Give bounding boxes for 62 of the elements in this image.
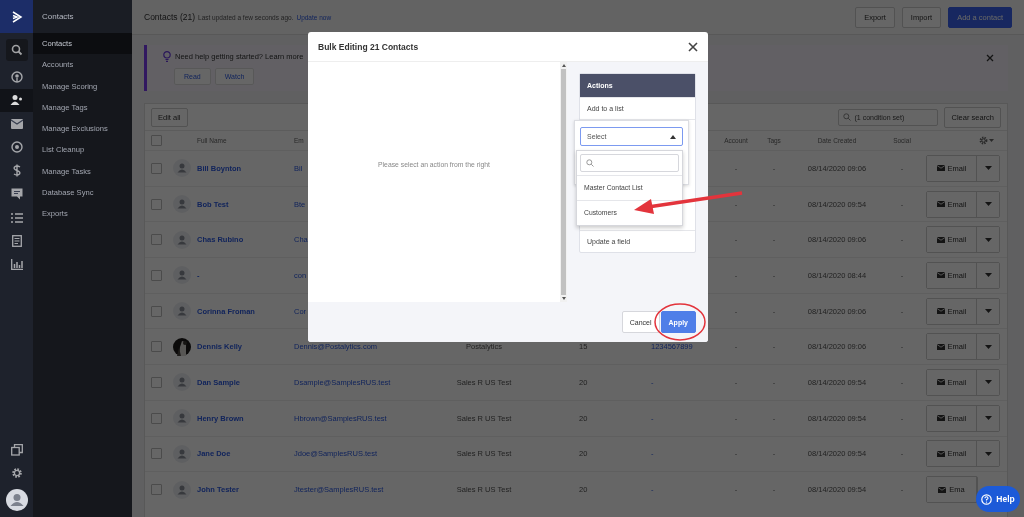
caret-icon xyxy=(984,273,992,278)
nav-button[interactable] xyxy=(0,88,33,112)
mail-icon xyxy=(936,201,945,208)
scroll-up-icon[interactable] xyxy=(561,64,566,67)
checkbox[interactable] xyxy=(150,198,162,210)
chat-icon xyxy=(10,188,23,201)
dollar-icon xyxy=(11,164,22,178)
mail-icon xyxy=(936,236,945,243)
chart-icon xyxy=(10,259,23,271)
checkbox[interactable] xyxy=(150,341,162,353)
mail-icon xyxy=(936,415,945,422)
caret-icon xyxy=(984,416,992,421)
mail-icon xyxy=(936,450,945,457)
checkbox[interactable] xyxy=(150,234,162,246)
mail-icon xyxy=(10,118,23,129)
mail-icon xyxy=(936,308,945,315)
search-icon xyxy=(843,113,852,121)
checkbox[interactable] xyxy=(150,448,162,460)
help-icon xyxy=(981,493,993,505)
search-field[interactable] xyxy=(580,154,679,172)
highlight-ellipse xyxy=(654,303,706,341)
mail-icon xyxy=(936,379,945,386)
user-avatar[interactable] xyxy=(5,489,28,511)
checkbox[interactable] xyxy=(150,269,162,281)
caret-icon xyxy=(984,166,992,171)
caret-icon xyxy=(984,309,992,314)
caret-icon xyxy=(984,380,992,385)
mail-icon xyxy=(936,165,945,172)
caret-icon xyxy=(984,202,992,207)
close-icon[interactable] xyxy=(688,41,698,52)
sidebar-title: Contacts xyxy=(33,0,132,33)
checkbox[interactable] xyxy=(150,162,162,174)
search-button[interactable] xyxy=(5,39,28,61)
list-icon xyxy=(10,212,23,223)
caret-icon xyxy=(984,451,992,456)
caret-icon xyxy=(670,134,676,139)
search-icon xyxy=(10,44,23,56)
target-icon xyxy=(10,141,23,154)
settings-icon xyxy=(10,467,23,480)
checkbox[interactable] xyxy=(150,376,162,388)
checkbox[interactable] xyxy=(150,412,162,424)
checkbox[interactable] xyxy=(150,305,162,317)
checkbox[interactable] xyxy=(150,484,162,496)
document-icon xyxy=(11,235,22,248)
settings-icon[interactable] xyxy=(979,136,995,145)
caret-icon xyxy=(984,237,992,242)
help-button[interactable]: Help xyxy=(976,486,1020,512)
checkbox[interactable] xyxy=(150,135,162,146)
target-icon xyxy=(10,70,23,83)
mail-icon xyxy=(936,272,945,279)
dialog-title: Bulk Editing 21 Contacts xyxy=(318,41,419,52)
contacts-icon xyxy=(10,94,23,107)
caret-icon xyxy=(984,344,992,349)
windows-icon xyxy=(10,443,23,456)
lightbulb-icon xyxy=(163,51,171,62)
logo-icon[interactable] xyxy=(0,0,33,33)
page-title: Contacts (21) xyxy=(144,12,196,22)
mail-icon xyxy=(936,343,945,350)
scroll-down-icon[interactable] xyxy=(561,297,566,300)
mail-icon xyxy=(938,486,947,493)
scrollbar[interactable] xyxy=(560,62,567,302)
search-icon xyxy=(586,159,594,167)
